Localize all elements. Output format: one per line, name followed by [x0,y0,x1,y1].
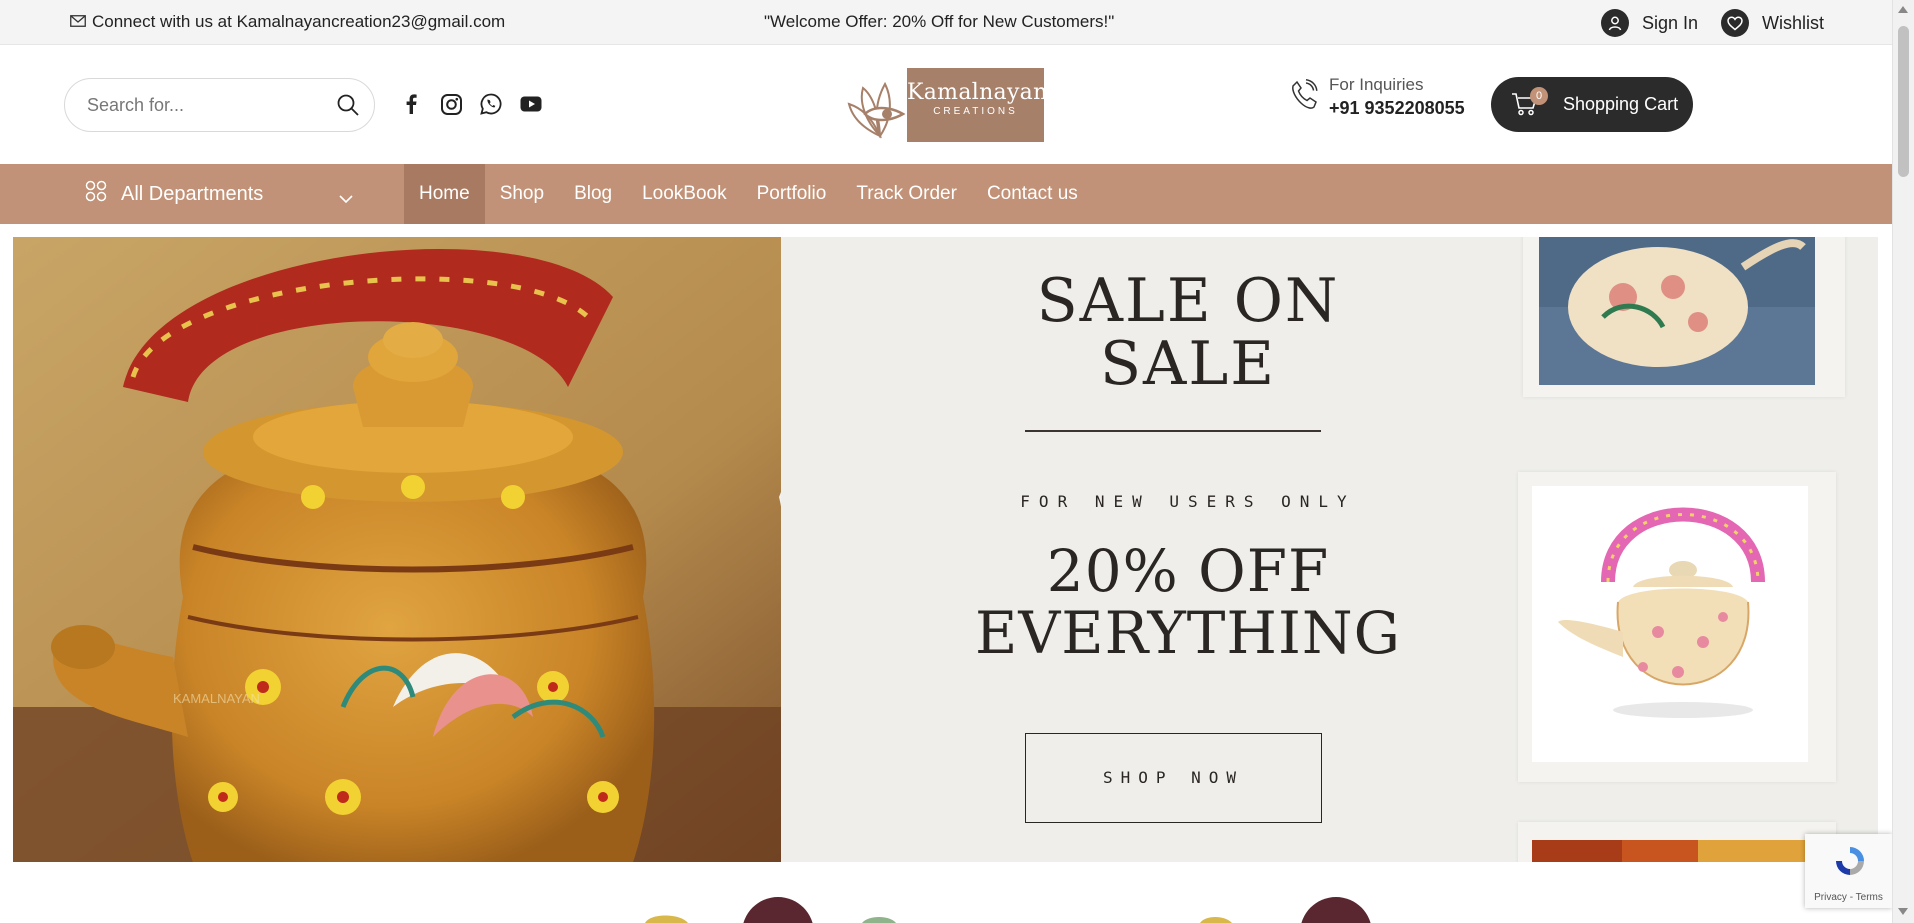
cart-label: Shopping Cart [1563,94,1679,114]
new-users-subtitle: FOR NEW USERS ONLY [1020,492,1356,511]
nav-item-portfolio[interactable]: Portfolio [742,164,842,224]
site-header: Kamalnayan CREATIONS For Inquiries +91 9… [0,45,1892,164]
sign-in-label: Sign In [1642,12,1699,33]
product-thumb-top [1523,237,1845,397]
offer-heading-line1: 20% OFF [1046,537,1330,605]
wishlist-link[interactable]: Wishlist [1721,9,1824,37]
all-departments-dropdown[interactable]: All Departments [85,164,355,224]
nav-item-shop[interactable]: Shop [485,164,559,224]
social-links [400,93,542,115]
shop-now-button[interactable]: SHOP NOW [1025,733,1322,823]
chevron-down-icon [339,187,353,210]
nav-menu: Home Shop Blog LookBook Portfolio Track … [404,164,1093,224]
top-bar: Connect with us at Kamalnayancreation23@… [0,0,1892,45]
wishlist-label: Wishlist [1762,12,1824,33]
product-thumb-bottom [1518,822,1836,862]
welcome-offer-text: "Welcome Offer: 20% Off for New Customer… [764,12,1115,31]
logo-subtitle: CREATIONS [933,106,1018,117]
search-box [64,78,375,132]
phone-number[interactable]: +91 9352208055 [1329,98,1465,119]
mail-icon [70,12,86,32]
logo-text-box: Kamalnayan CREATIONS [907,68,1048,142]
divider-line [1025,430,1321,432]
page: Connect with us at Kamalnayancreation23@… [0,0,1914,923]
inquiries[interactable]: For Inquiries +91 9352208055 [1289,75,1465,119]
offer-heading: 20% OFF EVERYTHING [813,540,1563,664]
hero-banner[interactable]: KAMALNAYAN SALE ON SALE FOR NEW USERS ON… [13,237,1878,862]
product-photo-bottom [1532,840,1808,862]
sale-heading: SALE ON SALE [813,270,1563,396]
user-icon [1601,9,1629,37]
pink-teapot-photo [1532,486,1808,762]
inquiries-label: For Inquiries [1329,75,1424,94]
cart-count-badge: 0 [1530,87,1548,105]
scroll-down-arrow-icon[interactable] [1898,908,1908,915]
product-thumb-middle [1518,472,1836,782]
recaptcha-badge[interactable]: Privacy - Terms [1805,834,1892,908]
nav-item-track-order[interactable]: Track Order [841,164,972,224]
whatsapp-icon[interactable] [480,93,502,115]
contact-text: Connect with us at Kamalnayancreation23@… [92,12,506,31]
logo-name: Kamalnayan [907,80,1048,105]
search-input[interactable] [65,94,315,116]
sale-heading-line1: SALE ON [1036,266,1340,336]
recaptcha-terms[interactable]: Privacy - Terms [1805,892,1892,903]
contact-email[interactable]: Connect with us at Kamalnayancreation23@… [70,12,505,32]
heart-icon [1721,9,1749,37]
shopping-cart-button[interactable]: 0 Shopping Cart [1491,77,1693,132]
teapot-photo-top [1539,237,1815,385]
offer-heading-line2: EVERYTHING [975,599,1401,667]
recaptcha-icon [1836,847,1864,875]
sale-heading-line2: SALE [1099,329,1277,399]
instagram-icon[interactable] [440,93,462,115]
youtube-icon[interactable] [520,93,542,115]
departments-label: All Departments [121,182,264,205]
kettle-photo: KAMALNAYAN [13,237,813,862]
nav-item-home[interactable]: Home [404,164,485,224]
scrollbar-thumb[interactable] [1898,26,1909,177]
category-circles [645,897,1371,923]
main-nav: All Departments Home Shop Blog LookBook … [0,164,1892,224]
nav-item-contact-us[interactable]: Contact us [972,164,1093,224]
facebook-icon[interactable] [400,93,422,115]
page-scrollbar[interactable] [1892,0,1914,923]
sign-in-link[interactable]: Sign In [1601,9,1698,37]
lotus-logo-icon [847,81,906,139]
grid-icon [85,180,107,208]
nav-item-blog[interactable]: Blog [559,164,627,224]
scroll-up-arrow-icon[interactable] [1898,6,1908,13]
nav-item-lookbook[interactable]: LookBook [627,164,742,224]
search-icon[interactable] [336,93,360,122]
phone-icon [1289,78,1319,116]
photo-watermark: KAMALNAYAN [173,691,260,706]
site-logo[interactable]: Kamalnayan CREATIONS [845,66,1047,144]
